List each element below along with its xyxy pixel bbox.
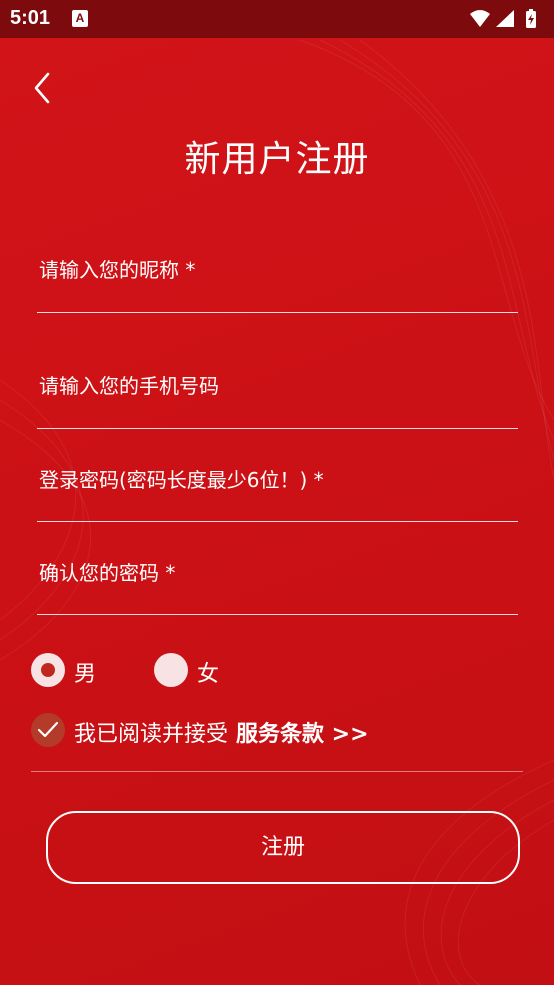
gender-female-label: 女 bbox=[197, 662, 220, 687]
divider bbox=[31, 771, 523, 772]
gender-male-label: 男 bbox=[74, 662, 97, 687]
notification-icon: A bbox=[72, 10, 88, 27]
nickname-field[interactable]: 请输入您的昵称 * bbox=[37, 244, 518, 313]
signal-icon bbox=[496, 10, 514, 27]
confirm-password-field[interactable]: 确认您的密码 * bbox=[37, 547, 518, 615]
chevron-left-icon bbox=[34, 72, 50, 104]
agreement-checkbox[interactable] bbox=[31, 713, 65, 747]
nickname-placeholder: 请输入您的昵称 * bbox=[39, 258, 196, 282]
back-button[interactable] bbox=[24, 66, 64, 110]
agreement-row: 我已阅读并接受 服务条款 >> bbox=[31, 711, 511, 751]
password-field[interactable]: 登录密码(密码长度最少6位！) * bbox=[37, 454, 518, 522]
gender-radio-female[interactable]: 女 bbox=[154, 651, 234, 691]
status-time: 5:01 bbox=[10, 7, 51, 29]
register-screen: 5:01 A 新用户注册 请输入您的昵称 * 请输入您的手机号码 登录密码(密码… bbox=[0, 0, 554, 985]
radio-male-circle bbox=[31, 653, 65, 687]
phone-placeholder: 请输入您的手机号码 bbox=[39, 374, 219, 398]
agreement-label: 我已阅读并接受 bbox=[74, 722, 229, 747]
gender-radio-group: 男 女 bbox=[31, 651, 331, 691]
password-placeholder: 登录密码(密码长度最少6位！) * bbox=[39, 468, 324, 492]
radio-selected-dot bbox=[41, 663, 55, 677]
wifi-icon bbox=[470, 10, 490, 27]
page-title: 新用户注册 bbox=[184, 139, 370, 180]
agreement-text: 我已阅读并接受 服务条款 >> bbox=[74, 716, 369, 748]
register-button[interactable]: 注册 bbox=[46, 811, 520, 884]
battery-icon bbox=[526, 9, 536, 28]
gender-radio-male[interactable]: 男 bbox=[31, 651, 111, 691]
radio-female-circle bbox=[154, 653, 188, 687]
status-icons bbox=[468, 7, 544, 31]
status-bar: 5:01 A bbox=[0, 0, 554, 38]
checkmark-icon bbox=[37, 721, 59, 738]
confirm-password-placeholder: 确认您的密码 * bbox=[39, 561, 176, 585]
phone-field[interactable]: 请输入您的手机号码 bbox=[37, 360, 518, 429]
terms-link[interactable]: 服务条款 >> bbox=[236, 722, 369, 747]
